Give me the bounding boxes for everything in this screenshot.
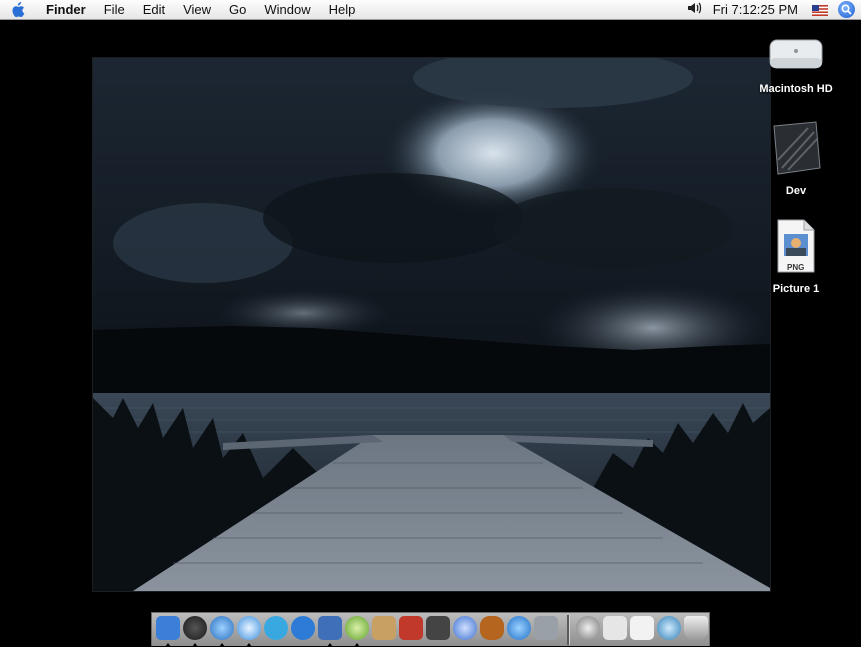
volume-icon[interactable]: [687, 1, 703, 18]
system-preferences-icon: [534, 616, 558, 640]
menu-window[interactable]: Window: [255, 0, 319, 19]
menu-edit[interactable]: Edit: [134, 0, 174, 19]
dock-item-network[interactable]: [209, 615, 235, 647]
apple-icon[interactable]: [10, 1, 26, 18]
mail-icon: [576, 616, 600, 640]
dock-item-dashboard[interactable]: [182, 615, 208, 647]
running-indicator: [192, 643, 198, 647]
desktop-icon-picture-1[interactable]: Picture 1: [751, 218, 841, 295]
desktop-icon-macintosh-hd[interactable]: Macintosh HD: [751, 34, 841, 95]
spotlight-icon[interactable]: [838, 1, 855, 18]
us-flag-icon[interactable]: [812, 4, 828, 16]
globe-icon: [210, 616, 234, 640]
dock-item-system-preferences[interactable]: [533, 615, 559, 643]
dock-item-utility[interactable]: [656, 615, 682, 643]
dock-item-itunes[interactable]: [344, 615, 370, 647]
menu-file[interactable]: File: [95, 0, 134, 19]
running-indicator: [246, 643, 252, 647]
dock-item-trash[interactable]: [683, 615, 709, 643]
desktop-icon-label: Dev: [785, 185, 807, 197]
dock-item-preview[interactable]: [317, 615, 343, 647]
utility-icon: [657, 616, 681, 640]
dock-item-safari[interactable]: [236, 615, 262, 647]
menu-view[interactable]: View: [174, 0, 220, 19]
garageband-icon: [480, 616, 504, 640]
dock-item-iphoto[interactable]: [398, 615, 424, 643]
desktop-icon-dev[interactable]: Dev: [751, 120, 841, 197]
menu-go[interactable]: Go: [220, 0, 255, 19]
address-book-icon: [372, 616, 396, 640]
dock-item-address-book[interactable]: [371, 615, 397, 643]
hard-drive-icon: [768, 34, 824, 79]
dock-item-text-document[interactable]: [629, 615, 655, 643]
dock: [151, 612, 710, 647]
finder-icon: [156, 616, 180, 640]
running-indicator: [354, 643, 360, 647]
dock-item-idvd[interactable]: [452, 615, 478, 643]
dock-item-video-chat[interactable]: [290, 615, 316, 643]
running-indicator: [165, 643, 171, 647]
web-page-icon: [603, 616, 627, 640]
dock-item-finder[interactable]: [155, 615, 181, 647]
idvd-icon: [453, 616, 477, 640]
desktop-icon-label: Picture 1: [772, 283, 820, 295]
menu-help[interactable]: Help: [320, 0, 365, 19]
iphoto-icon: [399, 616, 423, 640]
itunes-icon: [345, 616, 369, 640]
dashboard-icon: [183, 616, 207, 640]
document-icon: [630, 616, 654, 640]
menu-extras: Fri 7:12:25 PM: [687, 0, 861, 19]
desktop-wallpaper: [92, 57, 771, 592]
dock-item-web-page[interactable]: [602, 615, 628, 643]
dock-item-ichat[interactable]: [263, 615, 289, 643]
menu-app-finder[interactable]: Finder: [38, 0, 95, 19]
folder-icon: [768, 120, 824, 181]
running-indicator: [219, 643, 225, 647]
dock-separator[interactable]: [567, 615, 570, 645]
menu-bar: Finder File Edit View Go Window Help Fri…: [0, 0, 861, 20]
desktop-icon-label: Macintosh HD: [759, 83, 833, 95]
quicktime-icon: [507, 616, 531, 640]
menu-clock[interactable]: Fri 7:12:25 PM: [713, 2, 798, 17]
ichat-icon: [264, 616, 288, 640]
png-badge: PNG: [787, 263, 805, 272]
dock-item-imovie[interactable]: [425, 615, 451, 643]
imovie-icon: [426, 616, 450, 640]
running-indicator: [327, 643, 333, 647]
dock-item-garageband[interactable]: [479, 615, 505, 643]
dock-item-quicktime[interactable]: [506, 615, 532, 643]
safari-icon: [237, 616, 261, 640]
video-chat-icon: [291, 616, 315, 640]
dock-item-mail[interactable]: [575, 615, 601, 643]
preview-icon: [318, 616, 342, 640]
trash-icon: [684, 616, 708, 640]
